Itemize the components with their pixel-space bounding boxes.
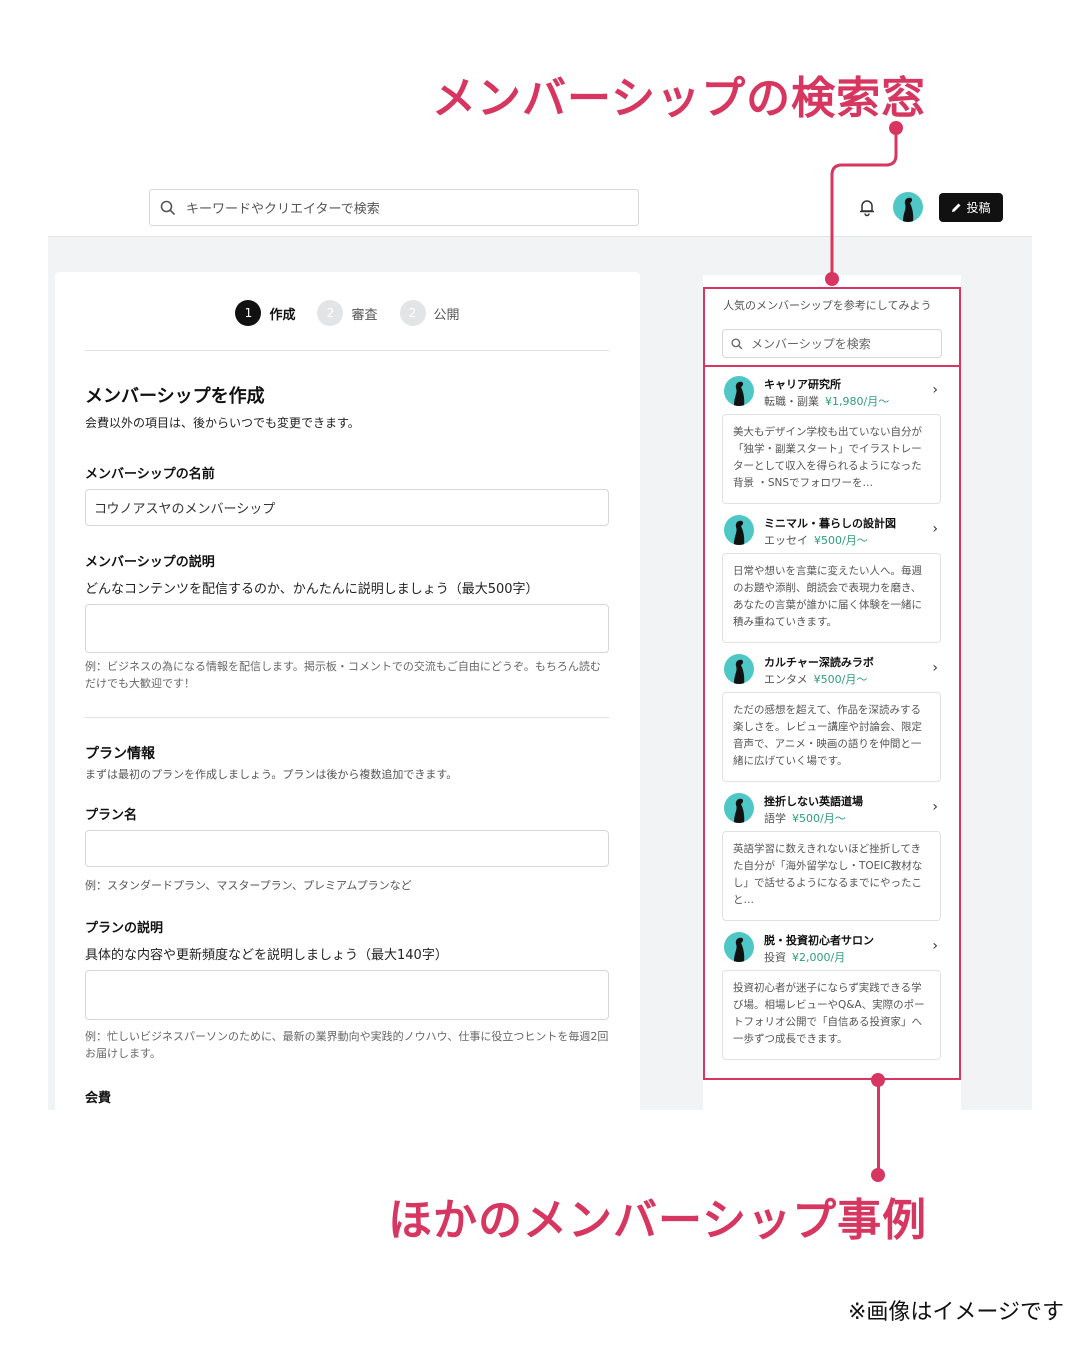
top-connector bbox=[830, 128, 898, 282]
search-callout-title: メンバーシップの検索窓 bbox=[432, 73, 927, 124]
membership-name-label: メンバーシップの名前 bbox=[85, 467, 215, 482]
step-label: 審査 bbox=[351, 307, 378, 323]
post-button-label: 投稿 bbox=[966, 201, 991, 215]
plan-section-subtitle: まずは最初のプランを作成しましょう。プランは後から複数追加できます。 bbox=[85, 768, 458, 781]
plan-desc-example: 例：忙しいビジネスパーソンのために、最新の業界動向や実践的ノウハウ、仕事に役立つ… bbox=[85, 1030, 609, 1060]
step-label: 公開 bbox=[433, 307, 460, 323]
search-icon bbox=[160, 200, 176, 215]
plan-name-input[interactable] bbox=[85, 830, 609, 867]
step-number: 2 bbox=[399, 300, 426, 326]
membership-name-input[interactable]: コウノアスヤのメンバーシップ bbox=[85, 489, 609, 526]
examples-callout-title: ほかのメンバーシップ事例 bbox=[388, 1195, 928, 1246]
step-review: 2 審査 bbox=[317, 300, 378, 326]
post-button[interactable]: 投稿 bbox=[939, 193, 1003, 222]
membership-desc-help: どんなコンテンツを配信するのか、かんたんに説明しましょう（最大500字） bbox=[85, 582, 539, 597]
step-publish: 2 公開 bbox=[399, 300, 460, 326]
membership-desc-textarea[interactable] bbox=[85, 604, 609, 653]
section-divider bbox=[85, 717, 609, 718]
progress-steps: 1 作成 2 審査 2 公開 bbox=[55, 300, 640, 326]
membership-desc-example: 例：ビジネスの為になる情報を配信します。掲示板・コメントでの交流もご自由にどうぞ… bbox=[85, 660, 601, 690]
step-number: 1 bbox=[235, 300, 262, 326]
plan-desc-textarea[interactable] bbox=[85, 970, 609, 1020]
plan-name-label: プラン名 bbox=[85, 808, 138, 823]
step-create: 1 作成 bbox=[235, 300, 295, 326]
image-note: ※画像はイメージです bbox=[848, 1300, 1064, 1325]
examples-box-dot bbox=[871, 1073, 885, 1087]
form-subtitle: 会費以外の項目は、後からいつでも変更できます。 bbox=[85, 416, 360, 430]
examples-highlight-box bbox=[703, 365, 961, 1080]
bottom-connector-dot bbox=[871, 1168, 885, 1182]
membership-desc-label: メンバーシップの説明 bbox=[85, 555, 215, 570]
form-title: メンバーシップを作成 bbox=[85, 386, 265, 407]
steps-divider bbox=[85, 350, 609, 351]
search-highlight-box bbox=[703, 287, 961, 367]
plan-desc-help: 具体的な内容や更新頻度などを説明しましょう（最大140字） bbox=[85, 948, 448, 963]
plan-desc-label: プランの説明 bbox=[85, 921, 164, 936]
membership-form: 1 作成 2 審査 2 公開 メンバーシップを作成 会費以外の項目は、後からいつ… bbox=[55, 272, 640, 1110]
plan-name-example: 例：スタンダードプラン、マスタープラン、プレミアムプランなど bbox=[85, 879, 412, 892]
global-search-input[interactable]: キーワードやクリエイターで検索 bbox=[149, 189, 639, 226]
top-connector-dot bbox=[889, 121, 903, 135]
bottom-connector bbox=[877, 1080, 880, 1175]
step-label: 作成 bbox=[269, 307, 296, 323]
fee-label: 会費 bbox=[85, 1091, 112, 1106]
global-search-placeholder: キーワードやクリエイターで検索 bbox=[186, 202, 380, 217]
pencil-icon bbox=[952, 203, 961, 212]
step-number: 2 bbox=[317, 300, 344, 326]
plan-section-title: プラン情報 bbox=[85, 746, 155, 762]
search-box-dot bbox=[825, 272, 839, 286]
